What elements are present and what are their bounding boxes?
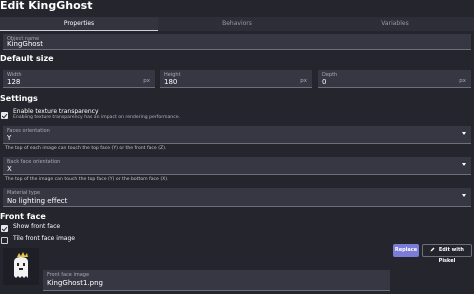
tab-bar: Properties Behaviors Variables bbox=[0, 17, 474, 31]
check-icon[interactable] bbox=[1, 112, 8, 119]
tile-front-face-label: Tile front face image bbox=[13, 235, 75, 242]
tab-variables[interactable]: Variables bbox=[316, 17, 474, 31]
faces-orientation-help: The top of each image can touch the top … bbox=[5, 146, 167, 151]
show-front-face-row[interactable]: Show front face bbox=[0, 223, 120, 234]
check-icon[interactable] bbox=[1, 225, 8, 232]
dialog-title-bar: Edit KingGhost bbox=[0, 0, 474, 17]
depth-value: 0 bbox=[322, 78, 327, 86]
checkbox-icon[interactable] bbox=[1, 237, 8, 244]
pencil-icon bbox=[430, 247, 435, 252]
material-type-label: Material type bbox=[7, 190, 41, 196]
material-type-value: No lighting effect bbox=[7, 197, 68, 205]
edit-with-piskel-label: Edit with Piskel bbox=[438, 247, 464, 264]
back-face-orientation-value: X bbox=[7, 165, 12, 173]
default-size-heading: Default size bbox=[0, 54, 54, 63]
tab-properties[interactable]: Properties bbox=[0, 17, 158, 31]
ghost-sprite bbox=[14, 252, 28, 278]
height-value: 180 bbox=[164, 78, 178, 86]
replace-button[interactable]: Replace bbox=[393, 244, 419, 257]
height-unit: px bbox=[300, 78, 307, 84]
texture-transparency-hint: Enabling texture transparency has an imp… bbox=[13, 115, 181, 120]
front-face-image-label: Front face image bbox=[47, 272, 90, 278]
chevron-down-icon bbox=[462, 163, 466, 166]
edit-with-piskel-button[interactable]: Edit with Piskel bbox=[422, 244, 472, 264]
chevron-down-icon bbox=[462, 132, 466, 135]
faces-orientation-label: Faces orientation bbox=[7, 128, 50, 134]
front-face-thumbnail[interactable] bbox=[3, 248, 39, 285]
width-field[interactable]: Width 128 px bbox=[3, 70, 155, 88]
width-value: 128 bbox=[7, 78, 21, 86]
texture-transparency-label: Enable texture transparency bbox=[13, 108, 99, 115]
faces-orientation-select[interactable]: Faces orientation Y bbox=[3, 126, 471, 144]
height-field[interactable]: Height 180 px bbox=[160, 70, 312, 88]
front-face-image-field[interactable]: Front face image KingGhost1.png bbox=[43, 270, 390, 291]
back-face-orientation-select[interactable]: Back face orientation X bbox=[3, 157, 471, 175]
depth-unit: px bbox=[459, 78, 466, 84]
width-unit: px bbox=[143, 78, 150, 84]
back-face-orientation-help: The top of the image can touch the top f… bbox=[5, 177, 169, 182]
texture-transparency-row[interactable]: Enable texture transparency Enabling tex… bbox=[0, 108, 300, 120]
back-face-orientation-label: Back face orientation bbox=[7, 159, 61, 165]
faces-orientation-value: Y bbox=[7, 134, 12, 142]
show-front-face-label: Show front face bbox=[13, 223, 61, 230]
material-type-select[interactable]: Material type No lighting effect bbox=[3, 188, 471, 207]
tab-behaviors[interactable]: Behaviors bbox=[158, 17, 316, 31]
dialog-title: Edit KingGhost bbox=[0, 0, 93, 12]
front-face-heading: Front face bbox=[0, 212, 46, 221]
tile-front-face-row[interactable]: Tile front face image bbox=[0, 235, 120, 246]
settings-heading: Settings bbox=[0, 94, 38, 103]
object-name-field[interactable]: Object name KingGhost bbox=[3, 34, 471, 50]
front-face-image-value: KingGhost1.png bbox=[47, 279, 103, 287]
chevron-down-icon bbox=[462, 194, 466, 197]
object-name-value: KingGhost bbox=[7, 40, 43, 48]
depth-field[interactable]: Depth 0 px bbox=[318, 70, 471, 88]
